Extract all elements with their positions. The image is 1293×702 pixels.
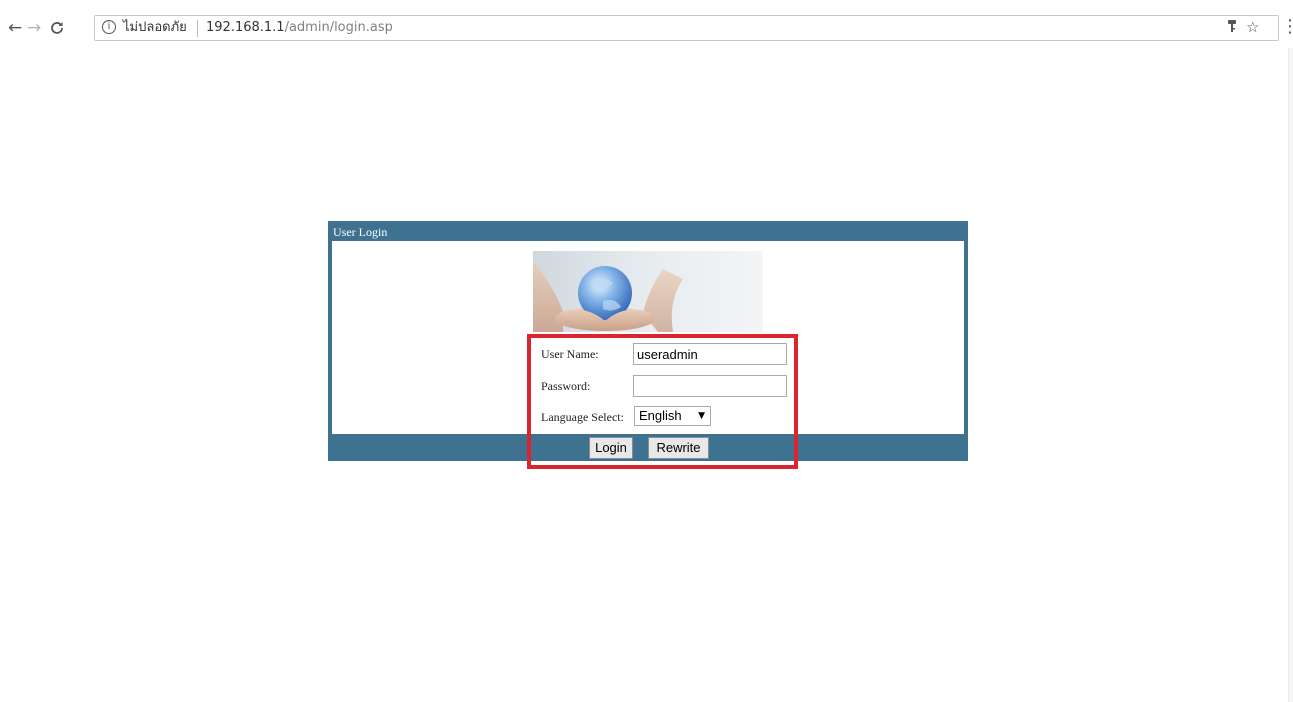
globe-hands-image (533, 251, 763, 332)
dropdown-arrow-icon: ▼ (698, 411, 705, 421)
forward-arrow-icon[interactable]: → (27, 18, 41, 38)
password-label: Password: (541, 379, 591, 393)
browser-toolbar: ← → i ไม่ปลอดภัย 192.168.1.1/admin/login… (0, 0, 1293, 48)
back-arrow-icon[interactable]: ← (8, 18, 22, 38)
password-input[interactable] (633, 375, 787, 397)
address-bar[interactable]: i ไม่ปลอดภัย 192.168.1.1/admin/login.asp… (94, 15, 1279, 41)
key-icon[interactable] (1226, 19, 1238, 37)
bookmark-star-icon[interactable]: ☆ (1246, 18, 1259, 36)
url-divider (197, 20, 198, 37)
browser-menu-icon[interactable]: ⋮ (1281, 16, 1293, 38)
login-button[interactable]: Login (589, 437, 633, 459)
url-path: /admin/login.asp (284, 20, 393, 35)
info-icon[interactable]: i (102, 20, 116, 34)
url-text[interactable]: 192.168.1.1/admin/login.asp (206, 20, 393, 36)
username-label: User Name: (541, 347, 599, 361)
panel-title: User Login (333, 225, 388, 239)
language-select-value: English (639, 408, 682, 423)
rewrite-button[interactable]: Rewrite (648, 437, 709, 459)
username-input[interactable] (633, 343, 787, 365)
reload-icon[interactable] (49, 18, 65, 41)
language-select[interactable]: English ▼ (634, 406, 711, 426)
page-scrollbar[interactable] (1288, 48, 1293, 702)
language-select-label: Language Select: (541, 410, 624, 424)
security-status-label[interactable]: ไม่ปลอดภัย (123, 20, 187, 36)
url-host: 192.168.1.1 (206, 20, 285, 35)
